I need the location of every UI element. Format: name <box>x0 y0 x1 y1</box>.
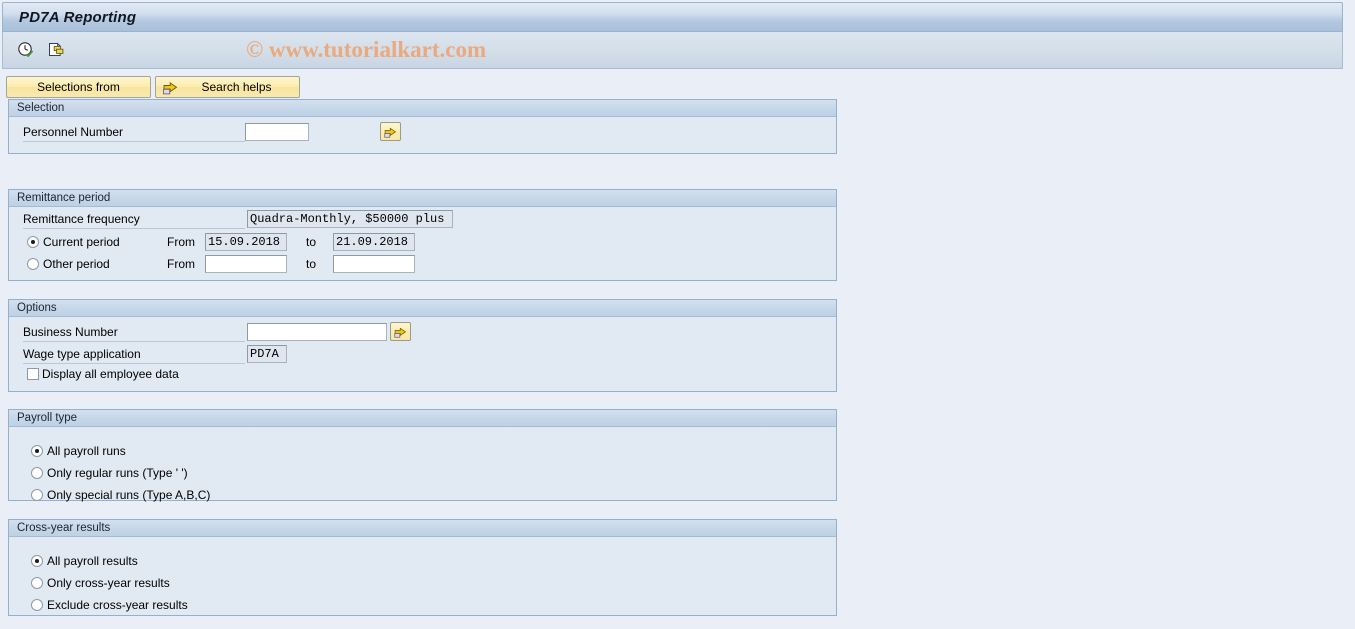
other-period-label: Other period <box>43 257 110 271</box>
current-period-to-label: to <box>306 235 317 249</box>
current-period-from-value <box>205 233 287 251</box>
search-helps-button[interactable]: Search helps <box>155 76 300 98</box>
remittance-period-group-header: Remittance period <box>9 190 836 207</box>
personnel-number-multiple-selection-button[interactable] <box>380 122 401 141</box>
personnel-number-input[interactable] <box>245 123 309 141</box>
multiple-selection-arrow-icon <box>384 127 397 138</box>
payroll-type-option-only-special-runs[interactable]: Only special runs (Type A,B,C) <box>31 488 210 502</box>
remittance-period-group-title: Remittance period <box>17 192 111 204</box>
display-all-employee-data-checkbox-marker <box>27 368 39 380</box>
payroll-type-group-title: Payroll type <box>17 412 78 424</box>
other-period-to-input[interactable] <box>333 255 415 273</box>
cross-year-results-group-body: All payroll results Only cross-year resu… <box>9 537 836 615</box>
selections-from-button[interactable]: Selections from <box>6 76 151 98</box>
payroll-type-radio-marker-1 <box>31 467 43 479</box>
current-period-radio-marker <box>27 236 39 248</box>
current-period-from-label: From <box>167 235 195 249</box>
payroll-type-group-body: All payroll runs Only regular runs (Type… <box>9 427 836 502</box>
wage-type-application-label: Wage type application <box>23 347 245 364</box>
cross-year-results-group: Cross-year results All payroll results O… <box>8 519 837 616</box>
remittance-period-group: Remittance period Remittance frequency C… <box>8 189 837 281</box>
wage-type-application-value <box>247 345 287 363</box>
cross-year-option-label-0: All payroll results <box>47 554 138 568</box>
cross-year-results-group-header: Cross-year results <box>9 520 836 537</box>
payroll-type-option-all-payroll-runs[interactable]: All payroll runs <box>31 444 126 458</box>
page-title: PD7A Reporting <box>19 8 137 26</box>
business-number-multiple-selection-button[interactable] <box>390 322 411 341</box>
options-group-header: Options <box>9 300 836 317</box>
display-all-employee-data-checkbox[interactable]: Display all employee data <box>27 367 179 381</box>
window-title-bar: PD7A Reporting <box>2 2 1343 32</box>
selection-buttons-row: Selections from Search helps <box>6 76 300 98</box>
other-period-to-label: to <box>306 257 317 271</box>
options-group-title: Options <box>17 302 57 314</box>
personnel-number-label: Personnel Number <box>23 125 245 142</box>
other-period-from-input[interactable] <box>205 255 287 273</box>
business-number-label: Business Number <box>23 325 245 342</box>
cross-year-radio-marker-1 <box>31 577 43 589</box>
cross-year-option-exclude-cross-year-results[interactable]: Exclude cross-year results <box>31 598 188 612</box>
copy-document-icon-button[interactable] <box>43 37 69 63</box>
other-period-from-label: From <box>167 257 195 271</box>
business-number-input[interactable] <box>247 323 387 341</box>
payroll-type-radio-marker-0 <box>31 445 43 457</box>
cross-year-option-only-cross-year-results[interactable]: Only cross-year results <box>31 576 170 590</box>
cross-year-option-label-1: Only cross-year results <box>47 576 170 590</box>
current-period-to-value <box>333 233 415 251</box>
copy-document-icon <box>49 42 64 56</box>
current-period-radio[interactable]: Current period <box>27 235 120 249</box>
payroll-type-option-label-1: Only regular runs (Type ' ') <box>47 466 188 480</box>
execute-clock-icon <box>18 42 34 58</box>
cross-year-radio-marker-2 <box>31 599 43 611</box>
other-period-radio-marker <box>27 258 39 270</box>
remittance-frequency-value <box>247 210 453 228</box>
search-helps-arrow-icon <box>162 79 179 99</box>
payroll-type-option-only-regular-runs[interactable]: Only regular runs (Type ' ') <box>31 466 188 480</box>
selection-group: Selection Personnel Number <box>8 99 837 154</box>
payroll-type-option-label-0: All payroll runs <box>47 444 126 458</box>
other-period-radio[interactable]: Other period <box>27 257 110 271</box>
payroll-type-radio-marker-2 <box>31 489 43 501</box>
selection-group-header: Selection <box>9 100 836 117</box>
selection-group-body: Personnel Number <box>9 117 836 153</box>
current-period-label: Current period <box>43 235 120 249</box>
execute-clock-icon-button[interactable] <box>13 37 39 63</box>
payroll-type-option-label-2: Only special runs (Type A,B,C) <box>47 488 211 502</box>
remittance-period-group-body: Remittance frequency Current period From… <box>9 207 836 280</box>
sap-gui-window: PD7A Reporting © www.tutorialkart.com Se… <box>0 0 1355 629</box>
selection-group-title: Selection <box>17 102 65 114</box>
cross-year-results-group-title: Cross-year results <box>17 522 111 534</box>
cross-year-option-all-payroll-results[interactable]: All payroll results <box>31 554 138 568</box>
multiple-selection-arrow-icon <box>394 327 407 338</box>
cross-year-option-label-2: Exclude cross-year results <box>47 598 188 612</box>
cross-year-radio-marker-0 <box>31 555 43 567</box>
options-group: Options Business Number Wage type applic… <box>8 299 837 392</box>
options-group-body: Business Number Wage type application Di… <box>9 317 836 391</box>
display-all-employee-data-label: Display all employee data <box>42 367 179 381</box>
remittance-frequency-label: Remittance frequency <box>23 212 245 229</box>
payroll-type-group: Payroll type All payroll runs Only regul… <box>8 409 837 502</box>
application-toolbar <box>2 32 1343 69</box>
payroll-type-group-header: Payroll type <box>9 410 836 427</box>
